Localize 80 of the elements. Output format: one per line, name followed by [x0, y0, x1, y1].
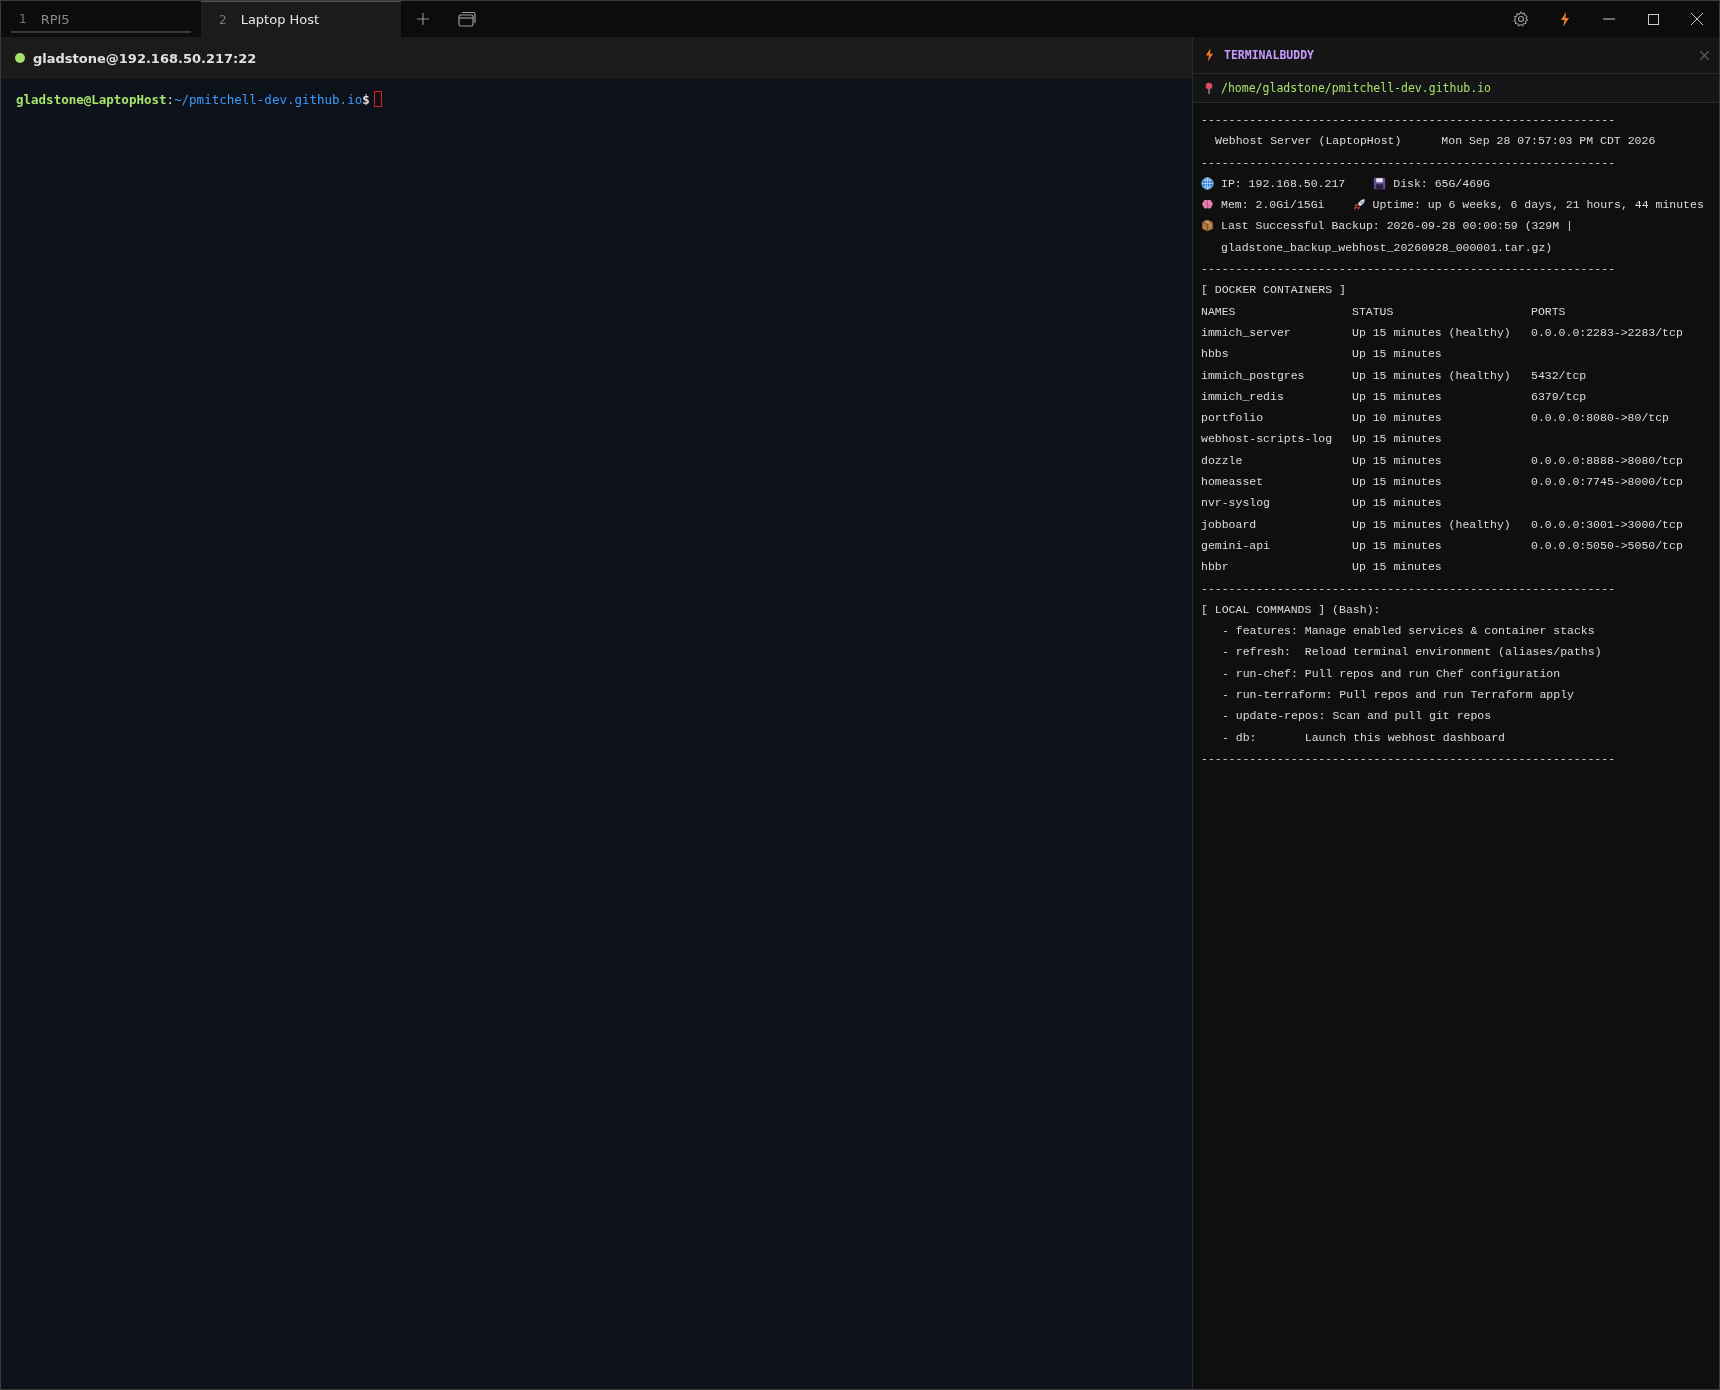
dashed-rule-text: ------------------------------------------------------------ — [1201, 154, 1617, 171]
table-cell-text: Up 15 minutes — [1352, 474, 1443, 491]
package-icon — [1201, 219, 1214, 233]
dashed-rule-text: ------------------------------------------------------------ — [1201, 750, 1617, 767]
command-description: - update-repos: Scan and pull git repos — [1221, 708, 1493, 725]
table-cell-text: Up 15 minutes — [1352, 346, 1443, 363]
table-cell-text: Up 15 minutes (healthy) — [1352, 516, 1512, 533]
plus-icon — [416, 12, 430, 26]
lightning-icon — [1560, 11, 1570, 27]
info-text: Disk: 65G/469G — [1393, 175, 1490, 192]
prompt-user-host: gladstone@LaptopHost — [16, 91, 167, 107]
session-title: gladstone@192.168.50.217:22 — [33, 50, 257, 66]
command-description: - run-chef: Pull repos and run Chef configuration — [1221, 665, 1562, 682]
table-cell-text: immich_redis — [1201, 388, 1285, 405]
command-description: - features: Manage enabled services & container stacks — [1221, 623, 1596, 640]
date-time: Mon Sep 28 07:57:03 PM CDT 2026 — [1441, 133, 1656, 150]
prompt-path: ~/pmitchell-dev.github.io — [174, 91, 363, 107]
table-cell-text: portfolio — [1201, 410, 1265, 427]
table-cell-text: 6379/tcp — [1531, 388, 1588, 405]
info-text: Uptime: up 6 weeks, 6 days, 21 hours, 44 minutes — [1372, 197, 1704, 214]
table-cell-text: 0.0.0.0:8888->8080/tcp — [1531, 452, 1684, 469]
rocket-icon — [1352, 198, 1366, 212]
info-text: IP: 192.168.50.217 — [1221, 175, 1346, 192]
close-button[interactable] — [1700, 50, 1709, 60]
command-description: - db: Launch this webhost dashboard — [1221, 729, 1506, 746]
table-cell-text: 0.0.0.0:7745->8000/tcp — [1531, 474, 1684, 491]
table-cell-text: hbbs — [1201, 346, 1230, 363]
prompt-separator: : — [166, 91, 175, 107]
terminal-tab[interactable]: 2 Laptop Host — [201, 1, 401, 37]
column-header: NAMES — [1201, 303, 1237, 320]
table-cell-text: nvr-syslog — [1201, 495, 1271, 512]
pin-icon — [1205, 82, 1213, 94]
dashed-rule-text: ------------------------------------------------------------ — [1201, 261, 1617, 278]
table-cell-text: Up 15 minutes — [1352, 452, 1443, 469]
section-heading: [ LOCAL COMMANDS ] (Bash): — [1201, 601, 1382, 618]
globe-icon — [1201, 176, 1214, 190]
minimize-icon — [1603, 18, 1615, 20]
table-cell-text: 5432/tcp — [1531, 367, 1588, 384]
command-description: - refresh: Reload terminal environment (aliases/paths) — [1221, 644, 1603, 661]
table-cell-text: Up 15 minutes — [1352, 537, 1443, 554]
table-cell-text: Up 15 minutes — [1352, 431, 1443, 448]
info-text: Mem: 2.0Gi/15Gi — [1221, 197, 1325, 214]
column-header: PORTS — [1531, 303, 1567, 320]
gear-icon — [1513, 11, 1529, 27]
table-cell-text: Up 10 minutes — [1352, 410, 1443, 427]
table-cell-text: 0.0.0.0:2283->2283/tcp — [1531, 324, 1684, 341]
table-cell-text: homeasset — [1201, 474, 1265, 491]
prompt-symbol: $ — [362, 91, 370, 107]
info-text: Last Successful Backup: 2026-09-28 00:00:59 (329M | gladstone_backup_webhost_20260928_000001.tar.gz) — [1221, 218, 1574, 256]
column-header: STATUS — [1352, 303, 1395, 320]
table-cell-text: dozzle — [1201, 452, 1244, 469]
current-path: /home/gladstone/pmitchell-dev.github.io — [1221, 81, 1492, 95]
table-cell-text: Up 15 minutes — [1352, 388, 1443, 405]
dashed-rule-text: ------------------------------------------------------------ — [1201, 112, 1617, 128]
table-cell-text: Up 15 minutes (healthy) — [1352, 367, 1512, 384]
table-cell-text: immich_postgres — [1201, 367, 1306, 384]
table-cell-text: Up 15 minutes — [1352, 495, 1443, 512]
table-cell-text: hbbr — [1201, 559, 1230, 576]
close-icon — [1691, 13, 1703, 25]
maximize-icon — [1647, 13, 1659, 25]
table-cell-text: webhost-scripts-log — [1201, 431, 1334, 448]
table-cell-text: immich_server — [1201, 324, 1292, 341]
table-cell-text: 0.0.0.0:5050->5050/tcp — [1531, 537, 1684, 554]
brain-icon — [1201, 198, 1214, 212]
text-cursor — [373, 91, 382, 107]
lightning-icon — [1205, 48, 1214, 62]
table-cell-text: gemini-api — [1201, 537, 1271, 554]
table-cell-text: 0.0.0.0:8080->80/tcp — [1531, 410, 1671, 427]
dashed-rule-text: ------------------------------------------------------------ — [1201, 580, 1617, 597]
command-description: - run-terraform: Pull repos and run Terraform apply — [1221, 687, 1575, 703]
server-title: Webhost Server (LaptopHost) — [1215, 133, 1402, 150]
table-cell-text: Up 15 minutes (healthy) — [1352, 324, 1512, 341]
section-heading: [ DOCKER CONTAINERS ] — [1201, 282, 1347, 299]
table-cell-text: 0.0.0.0:3001->3000/tcp — [1531, 516, 1684, 533]
windows-icon — [458, 11, 476, 27]
table-cell-text: Up 15 minutes — [1352, 559, 1443, 576]
panel-title: TERMINALBUDDY — [1224, 48, 1315, 62]
terminal-tab[interactable]: 1 RPI5 — [1, 1, 201, 37]
close-icon — [1700, 50, 1709, 60]
table-cell-text: jobboard — [1201, 516, 1258, 533]
